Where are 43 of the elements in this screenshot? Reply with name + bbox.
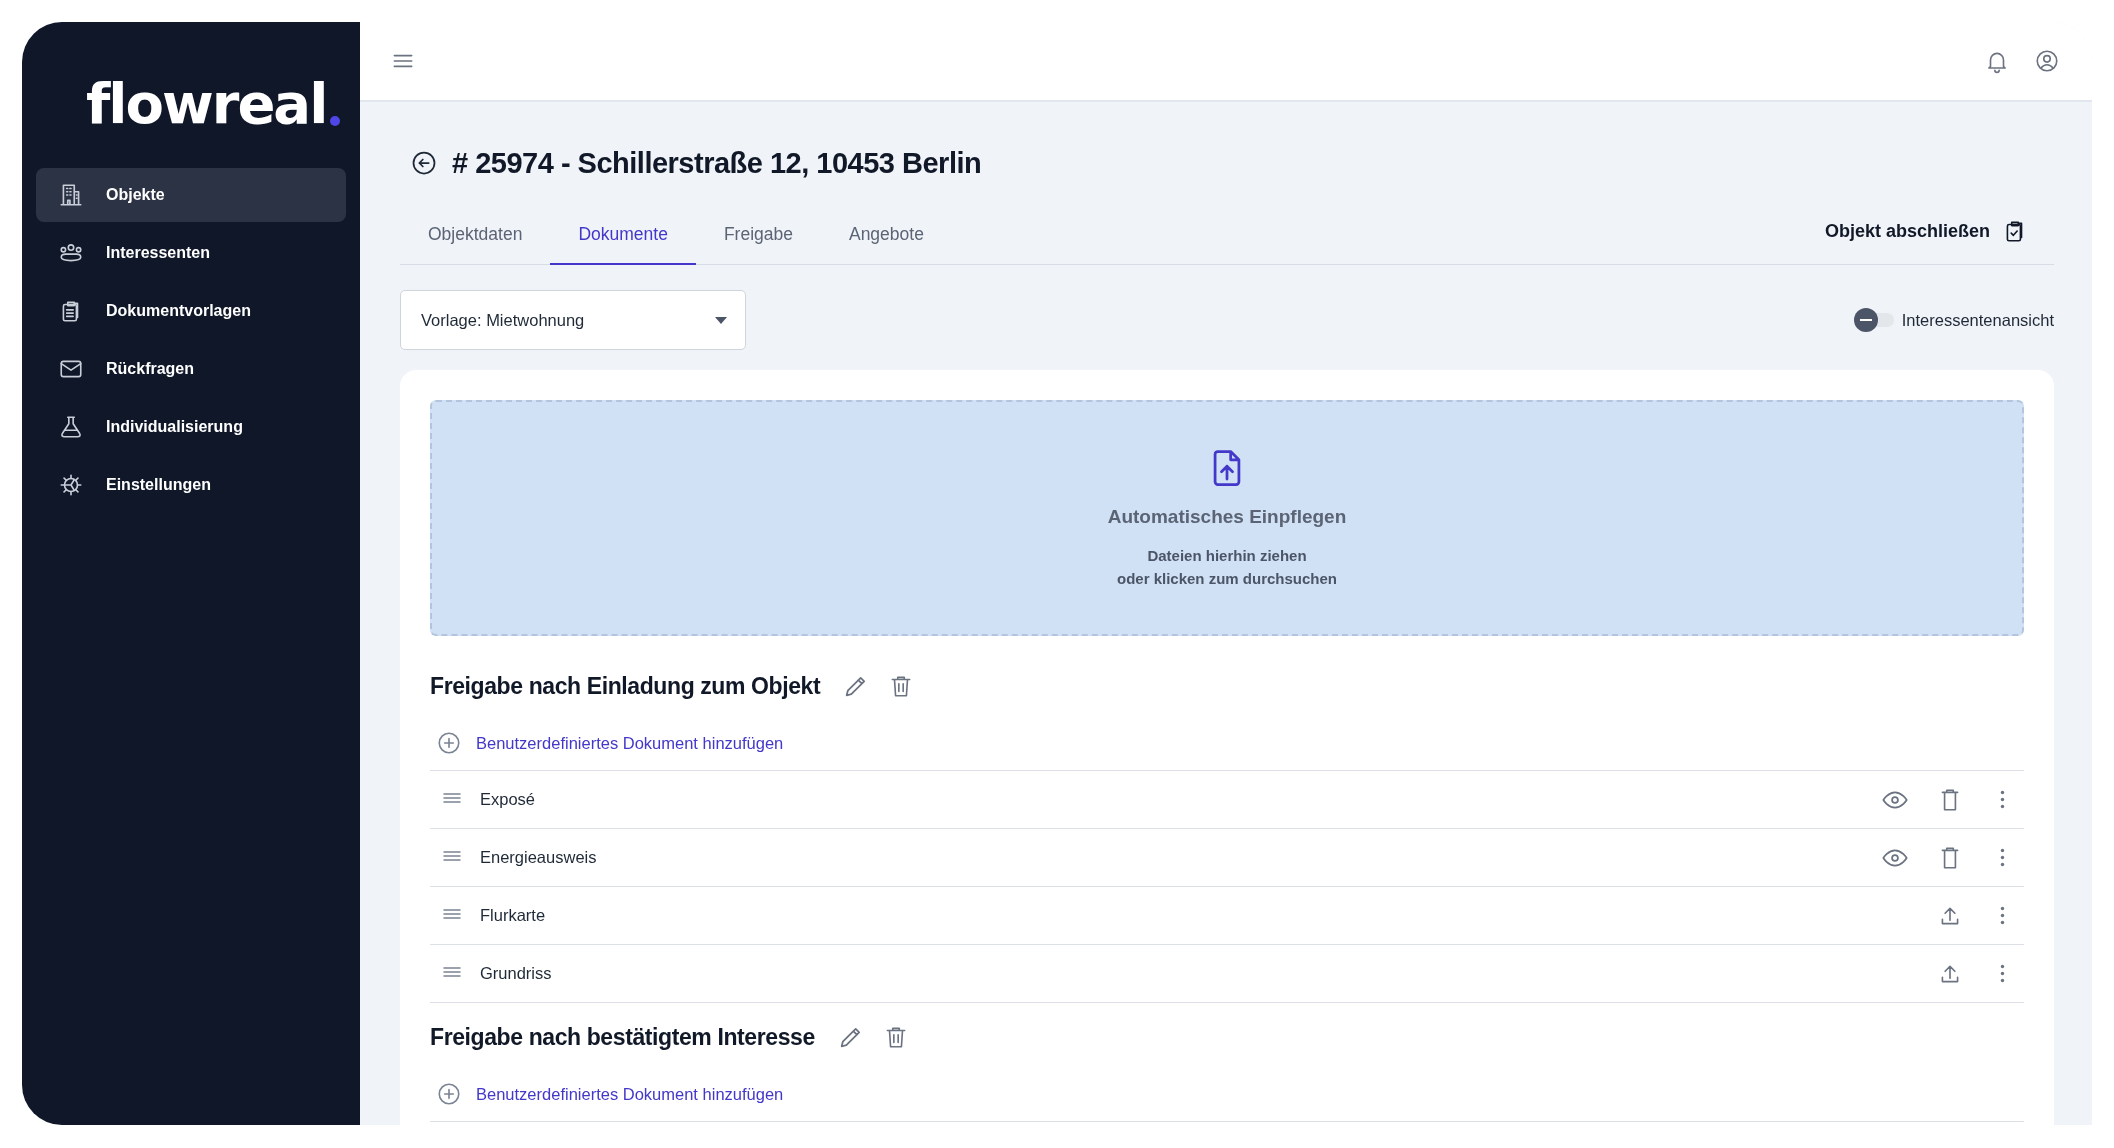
- tab[interactable]: Objektdaten: [400, 206, 551, 265]
- document-name: Flurkarte: [480, 906, 547, 925]
- tab[interactable]: Angebote: [820, 206, 952, 265]
- arrow-left-circle-icon: [410, 149, 438, 177]
- plus-circle-icon: [436, 730, 462, 756]
- section-title: Freigabe nach bestätigtem Interesse: [430, 1023, 815, 1051]
- sidebar-item[interactable]: Rückfragen: [36, 342, 346, 396]
- more-vertical-icon: [2000, 964, 2005, 983]
- template-dropdown[interactable]: Vorlage: Mietwohnung: [400, 290, 746, 350]
- building-icon: [58, 182, 84, 208]
- document-name: Exposé: [480, 790, 537, 809]
- section-title: Freigabe nach Einladung zum Objekt: [430, 672, 821, 700]
- more-vertical-icon: [2000, 906, 2005, 925]
- page-title: # 25974 - Schillerstraße 12, 10453 Berlin: [452, 146, 982, 180]
- document-name: Grundriss: [480, 964, 553, 983]
- dropzone-title: Automatisches Einpflegen: [1107, 506, 1347, 528]
- caret-icon: [715, 316, 727, 324]
- sidebar-item[interactable]: Dokumentvorlagen: [36, 284, 346, 338]
- add-document-link[interactable]: Benutzerdefiniertes Dokument hinzufügen: [476, 733, 784, 753]
- tab[interactable]: Dokumente: [550, 206, 696, 265]
- toggle-label: Interessentenansicht: [1901, 310, 2054, 330]
- dropzone-hint: Dateien hierhin ziehen: [1147, 546, 1307, 566]
- back-button[interactable]: [410, 149, 438, 177]
- upload-dropzone[interactable]: Automatisches Einpflegen Dateien hierhin ziehen oder klicken zum durchsuchen: [430, 400, 2024, 636]
- gear-icon: [58, 472, 84, 498]
- sidebar-item[interactable]: Interessenten: [36, 226, 346, 280]
- logo-dot-icon: [330, 116, 341, 126]
- add-document-link[interactable]: Benutzerdefiniertes Dokument hinzufügen: [476, 1084, 784, 1104]
- toggle-switch[interactable]: [1853, 310, 1894, 330]
- more-vertical-icon: [2000, 848, 2005, 867]
- dropzone-hint: oder klicken zum durchsuchen: [1116, 569, 1338, 589]
- plus-circle-icon: [436, 1081, 462, 1107]
- more-vertical-icon: [2000, 790, 2005, 809]
- logo: flowreal: [86, 76, 327, 132]
- tab[interactable]: Freigabe: [695, 206, 821, 265]
- sidebar-item[interactable]: Einstellungen: [36, 458, 346, 512]
- document-name: Energieausweis: [480, 848, 598, 867]
- flask-icon: [58, 414, 84, 440]
- user-circle-icon: [2034, 48, 2060, 74]
- sidebar-item[interactable]: Objekte: [36, 168, 346, 222]
- close-object-button[interactable]: Objekt abschließen: [1824, 206, 2054, 264]
- sidebar-item[interactable]: Individualisierung: [36, 400, 346, 454]
- account-button[interactable]: [2034, 48, 2060, 74]
